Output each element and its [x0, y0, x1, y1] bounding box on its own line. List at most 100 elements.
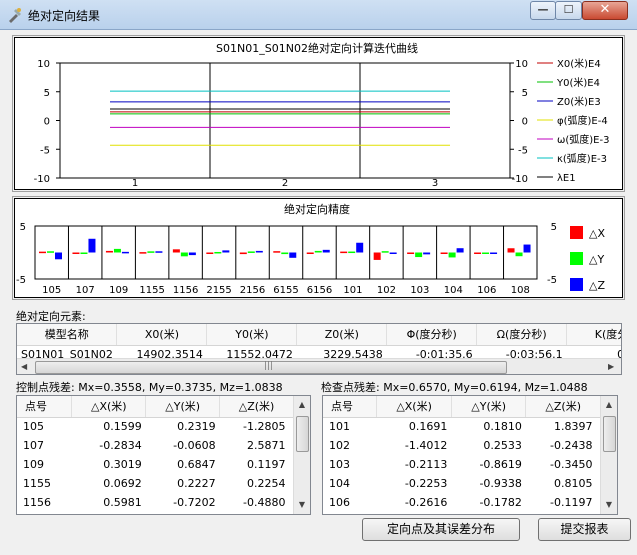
check-cell: -0.2253 [404, 477, 448, 490]
chart2-category-label: 105 [42, 285, 61, 296]
check-vscrollbar[interactable]: ▲ ▼ [600, 396, 617, 514]
check-col-point[interactable]: 点号 [323, 396, 378, 418]
col-phi[interactable]: Φ(度分秒) [386, 324, 478, 346]
chart1-right-tick-label: 10 [515, 59, 528, 70]
chart1-left-tick-label: 0 [44, 117, 50, 128]
check-residual-table[interactable]: 点号 △X(米) △Y(米) △Z(米) 101 0.1691 0.1810 1.83… [322, 395, 618, 515]
scroll-down-icon[interactable]: ▼ [294, 496, 310, 513]
control-row[interactable]: 1155 0.0692 0.2227 0.2254 [17, 474, 294, 493]
check-cell: -0.9338 [479, 477, 522, 490]
chart2-legend-label: △Y [589, 253, 604, 266]
col-x0[interactable]: X0(米) [116, 324, 208, 346]
vscroll-thumb[interactable] [296, 416, 309, 452]
chart2-category-label: 108 [511, 285, 530, 296]
chart2-bar [314, 250, 322, 253]
col-model-name[interactable]: 模型名称 [17, 324, 118, 346]
check-row[interactable]: 1080.8520-0.71721.5021 [323, 512, 601, 514]
maximize-icon: ☐ [563, 3, 574, 16]
control-col-point[interactable]: 点号 [17, 396, 73, 418]
control-row[interactable]: 105 0.1599 0.2319 -1.2805 [17, 417, 294, 436]
control-row[interactable]: 21550.00040.04510.0115 [17, 512, 294, 514]
control-cell: 0.0692 [103, 477, 142, 490]
col-kappa[interactable]: K(度分 [566, 324, 621, 346]
control-cell: 0.5981 [103, 496, 142, 509]
control-vscrollbar[interactable]: ▲ ▼ [293, 396, 310, 514]
title-bar: 绝对定向结果 — ☐ ✕ [0, 0, 637, 30]
scroll-up-icon[interactable]: ▲ [294, 396, 310, 413]
check-row[interactable]: 102 -1.4012 0.2533 -0.2438 [323, 436, 601, 455]
chart2-bar [172, 249, 180, 253]
control-row[interactable]: 109 0.3019 0.6847 0.1197 [17, 455, 294, 474]
control-row[interactable]: 1156 0.5981 -0.7202 -0.4880 [17, 493, 294, 512]
chart2-category-label: 6155 [273, 285, 298, 296]
close-icon: ✕ [599, 2, 611, 17]
check-col-dy[interactable]: △Y(米) [451, 396, 527, 418]
minimize-button[interactable]: — [530, 1, 556, 20]
chart2-bar [105, 250, 113, 253]
chart1-legend-label: Y0(米)E4 [556, 76, 600, 89]
control-cell: 0.3019 [103, 458, 142, 471]
app-icon [9, 8, 21, 23]
maximize-button[interactable]: ☐ [555, 1, 582, 20]
check-cell: 101 [329, 420, 350, 434]
submit-report-button[interactable]: 提交报表 [538, 518, 631, 541]
chart2-bar [515, 252, 523, 257]
close-button[interactable]: ✕ [582, 1, 628, 20]
scroll-up-icon[interactable]: ▲ [601, 396, 617, 413]
check-col-dz[interactable]: △Z(米) [525, 396, 601, 418]
check-cell: -0.2113 [404, 458, 448, 471]
control-cell: 2155 [17, 512, 72, 514]
check-cell: 0.2533 [483, 439, 522, 452]
check-row[interactable]: 103 -0.2113 -0.8619 -0.3450 [323, 455, 601, 474]
error-distribution-button[interactable]: 定向点及其误差分布 [362, 518, 520, 541]
chart2-bar [147, 251, 155, 253]
iteration-chart-panel: S01N01_S01N02绝对定向计算迭代曲线 10 5 0 -5 -10 10 5 0 -5 -… [12, 35, 625, 192]
chart2-bar [273, 251, 281, 253]
control-cell: 0.1197 [247, 458, 286, 471]
control-residual-table[interactable]: 点号 △X(米) △Y(米) △Z(米) 105 0.1599 0.2319 -1.2… [16, 395, 311, 515]
chart2-category-label: 107 [76, 285, 95, 296]
control-cell: 1155 [23, 477, 51, 490]
chart2-legend-swatch [570, 278, 583, 291]
control-cell: 0.1599 [103, 420, 142, 434]
chart2-left-tick-label: 5 [20, 222, 26, 233]
control-col-dz[interactable]: △Z(米) [219, 396, 294, 418]
chart2-bar [222, 250, 230, 253]
check-row[interactable]: 101 0.1691 0.1810 1.8397 [323, 417, 601, 436]
chart1-left-tick-label: 5 [44, 88, 50, 99]
chart2-left-tick-label: -5 [16, 275, 26, 286]
check-col-dx[interactable]: △X(米) [376, 396, 452, 418]
chart2-bar [281, 252, 289, 255]
elements-table[interactable]: 模型名称 X0(米) Y0(米) Z0(米) Φ(度分秒) Ω(度分秒) K(度… [16, 323, 622, 375]
check-row[interactable]: 106 -0.2616 -0.1782 -0.1197 [323, 493, 601, 512]
control-row[interactable]: 107 -0.2834 -0.0608 2.5871 [17, 436, 294, 455]
chart2-bar [88, 238, 96, 253]
scroll-down-icon[interactable]: ▼ [601, 496, 617, 513]
chart1-right-tick-label: -5 [518, 145, 528, 156]
chart1-legend-label: φ(弧度)E-4 [557, 114, 608, 127]
accuracy-chart: 绝对定向精度 5 -5 5 -5 105 107 109 1155 1156 2155 2156 61… [16, 202, 605, 296]
chart2-bar [523, 244, 531, 253]
chart2-category-label: 6156 [307, 285, 332, 296]
col-y0[interactable]: Y0(米) [206, 324, 298, 346]
check-cell: 108 [323, 512, 377, 514]
elements-header-row: 模型名称 X0(米) Y0(米) Z0(米) Φ(度分秒) Ω(度分秒) K(度… [17, 324, 621, 346]
chart1-right-tick-label: 5 [522, 88, 528, 99]
scroll-left-icon[interactable]: ◀ [21, 362, 27, 371]
vscroll-thumb[interactable] [603, 416, 616, 452]
hscroll-thumb[interactable]: ||| [35, 361, 507, 374]
control-col-dx[interactable]: △X(米) [71, 396, 147, 418]
chart1-left-tick-label: 10 [37, 59, 50, 70]
chart2-legend-label: △X [589, 227, 605, 240]
chart2-bar [507, 248, 515, 253]
control-cell: -0.7202 [173, 496, 216, 509]
col-z0[interactable]: Z0(米) [296, 324, 388, 346]
control-col-dy[interactable]: △Y(米) [145, 396, 221, 418]
check-row[interactable]: 104 -0.2253 -0.9338 0.8105 [323, 474, 601, 493]
elements-hscrollbar[interactable]: ◀ ||| ▶ [17, 358, 621, 374]
chart2-category-label: 102 [377, 285, 396, 296]
col-omega[interactable]: Ω(度分秒) [476, 324, 568, 346]
scroll-right-icon[interactable]: ▶ [608, 362, 614, 371]
accuracy-chart-panel: 绝对定向精度 5 -5 5 -5 105 107 109 1155 1156 2155 2156 61… [12, 196, 625, 300]
check-cell: -0.3450 [550, 458, 593, 471]
